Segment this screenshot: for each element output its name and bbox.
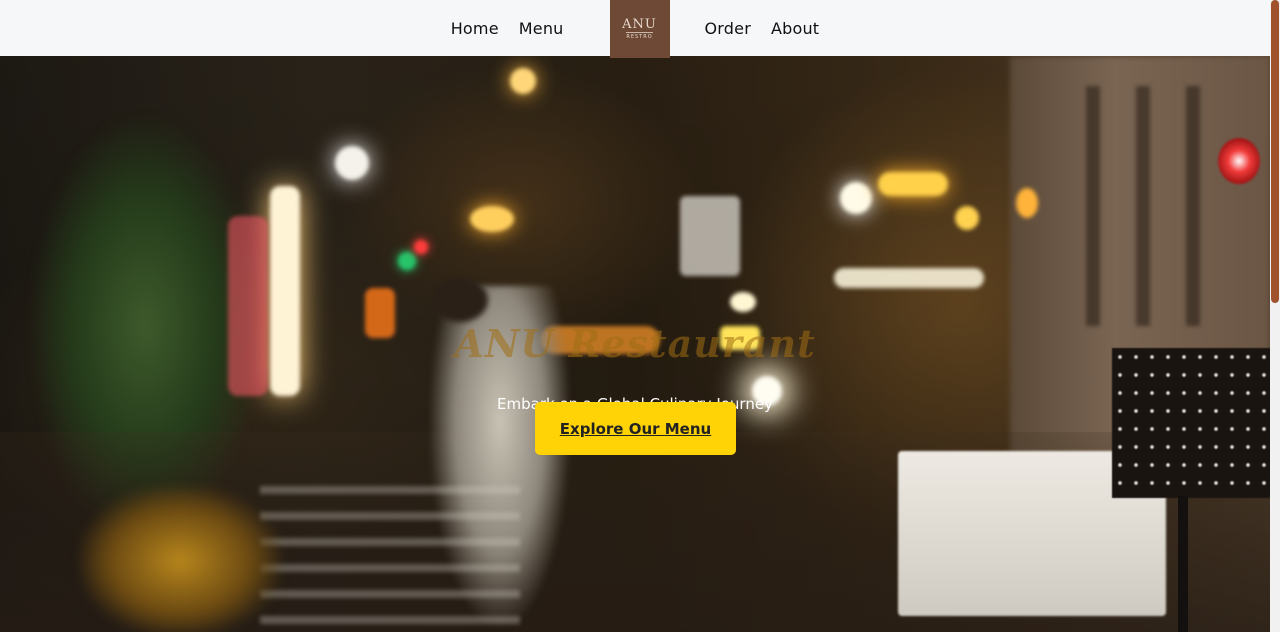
bg-light bbox=[1016, 188, 1038, 218]
bg-chairs bbox=[80, 486, 280, 632]
logo-sub-text: RESTRO bbox=[626, 32, 653, 40]
scrollbar-thumb[interactable] bbox=[1271, 0, 1279, 303]
bg-window bbox=[1186, 86, 1200, 326]
bg-stand-pole bbox=[1178, 496, 1188, 632]
bg-light bbox=[228, 216, 268, 396]
page: Home Menu ANU RESTRO Order About ANU Res… bbox=[0, 0, 1280, 632]
navbar: Home Menu ANU RESTRO Order About bbox=[0, 0, 1270, 58]
hero-title: ANU Restaurant bbox=[454, 321, 816, 367]
nav-menu-link[interactable]: Menu bbox=[519, 19, 564, 38]
nav-right-group: Order About bbox=[705, 19, 820, 38]
bg-light bbox=[414, 240, 428, 254]
bg-light bbox=[335, 146, 369, 180]
hero-section: ANU Restaurant Embark on a Global Culina… bbox=[0, 56, 1270, 632]
bg-light bbox=[955, 206, 979, 230]
bg-lamp bbox=[680, 196, 740, 276]
bg-window bbox=[1136, 86, 1150, 326]
bg-light bbox=[834, 268, 984, 288]
bg-light bbox=[398, 252, 416, 270]
bg-light bbox=[878, 172, 948, 196]
bg-tables bbox=[260, 486, 520, 632]
page-scrollbar[interactable] bbox=[1270, 0, 1280, 632]
bg-light bbox=[510, 68, 536, 94]
logo[interactable]: ANU RESTRO bbox=[609, 0, 670, 58]
nav-about-link[interactable]: About bbox=[771, 19, 819, 38]
nav-left-group: Home Menu bbox=[451, 19, 564, 38]
logo-main-text: ANU bbox=[622, 17, 657, 32]
bg-light bbox=[470, 206, 514, 232]
nav-order-link[interactable]: Order bbox=[705, 19, 751, 38]
bg-light bbox=[730, 292, 756, 312]
bg-music-stand bbox=[1112, 348, 1270, 498]
explore-menu-button[interactable]: Explore Our Menu bbox=[535, 402, 736, 455]
bg-light bbox=[840, 182, 872, 214]
nav-home-link[interactable]: Home bbox=[451, 19, 499, 38]
bg-window bbox=[1086, 86, 1100, 326]
bg-person-head bbox=[432, 278, 488, 322]
bg-red-sign bbox=[1218, 138, 1260, 184]
